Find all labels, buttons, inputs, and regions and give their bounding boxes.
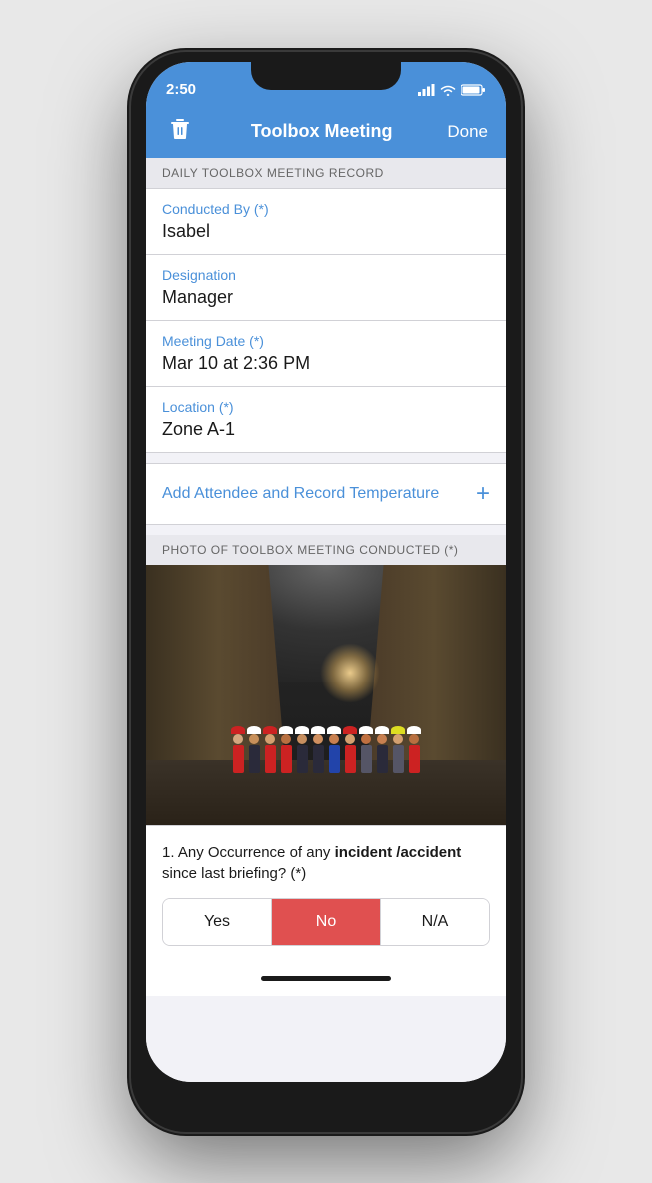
helmet [327, 726, 341, 734]
bottom-safe-area [146, 962, 506, 996]
person-3 [263, 726, 277, 773]
person-10 [375, 726, 389, 773]
helmet [295, 726, 309, 734]
body [249, 745, 260, 773]
daily-record-header: DAILY TOOLBOX MEETING RECORD [146, 158, 506, 188]
conducted-by-field[interactable]: Conducted By (*) Isabel [146, 189, 506, 255]
location-label: Location (*) [162, 399, 490, 415]
designation-label: Designation [162, 267, 490, 283]
people-group [164, 726, 488, 773]
body [297, 745, 308, 773]
form-section: Conducted By (*) Isabel Designation Mana… [146, 188, 506, 453]
helmet [359, 726, 373, 734]
person-8 [343, 726, 357, 773]
question-text: 1. Any Occurrence of any incident /accid… [162, 842, 490, 884]
status-icons [418, 84, 486, 96]
question-highlight: incident /accident [335, 844, 462, 861]
body [233, 745, 244, 773]
phone-frame: 2:50 [131, 52, 521, 1132]
body [377, 745, 388, 773]
helmet [343, 726, 357, 734]
question-text-part2: since last briefing? (*) [162, 865, 306, 882]
person-12 [407, 726, 421, 773]
answer-buttons: Yes No N/A [162, 898, 490, 946]
signal-icon [418, 84, 435, 96]
person-7 [327, 726, 341, 773]
na-button[interactable]: N/A [381, 899, 489, 945]
body [313, 745, 324, 773]
person-4 [279, 726, 293, 773]
location-value: Zone A-1 [162, 419, 490, 440]
helmet [231, 726, 245, 734]
designation-field[interactable]: Designation Manager [146, 255, 506, 321]
person-2 [247, 726, 261, 773]
body [409, 745, 420, 773]
tunnel-light [320, 643, 380, 703]
photo-scene [146, 565, 506, 825]
delete-button[interactable] [164, 112, 196, 152]
status-time: 2:50 [166, 81, 196, 98]
photo-section-header: PHOTO OF TOOLBOX MEETING CONDUCTED (*) [146, 535, 506, 565]
trash-icon [170, 118, 190, 140]
helmet [247, 726, 261, 734]
plus-icon: + [476, 480, 490, 508]
nav-title: Toolbox Meeting [251, 121, 393, 142]
home-indicator [261, 976, 391, 981]
yes-button[interactable]: Yes [163, 899, 272, 945]
conducted-by-value: Isabel [162, 221, 490, 242]
location-field[interactable]: Location (*) Zone A-1 [146, 387, 506, 452]
person-9 [359, 726, 373, 773]
phone-outer: 2:50 [0, 0, 652, 1183]
nav-bar: Toolbox Meeting Done [146, 106, 506, 158]
body [265, 745, 276, 773]
meeting-date-field[interactable]: Meeting Date (*) Mar 10 at 2:36 PM [146, 321, 506, 387]
battery-icon [461, 84, 486, 96]
body [393, 745, 404, 773]
body [345, 745, 356, 773]
no-button[interactable]: No [272, 899, 381, 945]
helmet [407, 726, 421, 734]
helmet [391, 726, 405, 734]
helmet [375, 726, 389, 734]
add-attendee-row[interactable]: Add Attendee and Record Temperature + [146, 463, 506, 525]
notch [251, 62, 401, 90]
person-1 [231, 726, 245, 773]
person-6 [311, 726, 325, 773]
helmet [279, 726, 293, 734]
person-5 [295, 726, 309, 773]
content-area: DAILY TOOLBOX MEETING RECORD Conducted B… [146, 158, 506, 1082]
photo-container[interactable] [146, 565, 506, 825]
question-section: 1. Any Occurrence of any incident /accid… [146, 825, 506, 962]
body [361, 745, 372, 773]
meeting-date-label: Meeting Date (*) [162, 333, 490, 349]
meeting-date-value: Mar 10 at 2:36 PM [162, 353, 490, 374]
person-11 [391, 726, 405, 773]
question-number: 1. [162, 844, 175, 861]
add-attendee-text: Add Attendee and Record Temperature [162, 485, 439, 503]
helmet [263, 726, 277, 734]
body [281, 745, 292, 773]
wifi-icon [440, 84, 456, 96]
conducted-by-label: Conducted By (*) [162, 201, 490, 217]
body [329, 745, 340, 773]
phone-screen: 2:50 [146, 62, 506, 1082]
helmet [311, 726, 325, 734]
question-text-part1: Any Occurrence of any [178, 844, 331, 861]
done-button[interactable]: Done [447, 122, 488, 142]
designation-value: Manager [162, 287, 490, 308]
